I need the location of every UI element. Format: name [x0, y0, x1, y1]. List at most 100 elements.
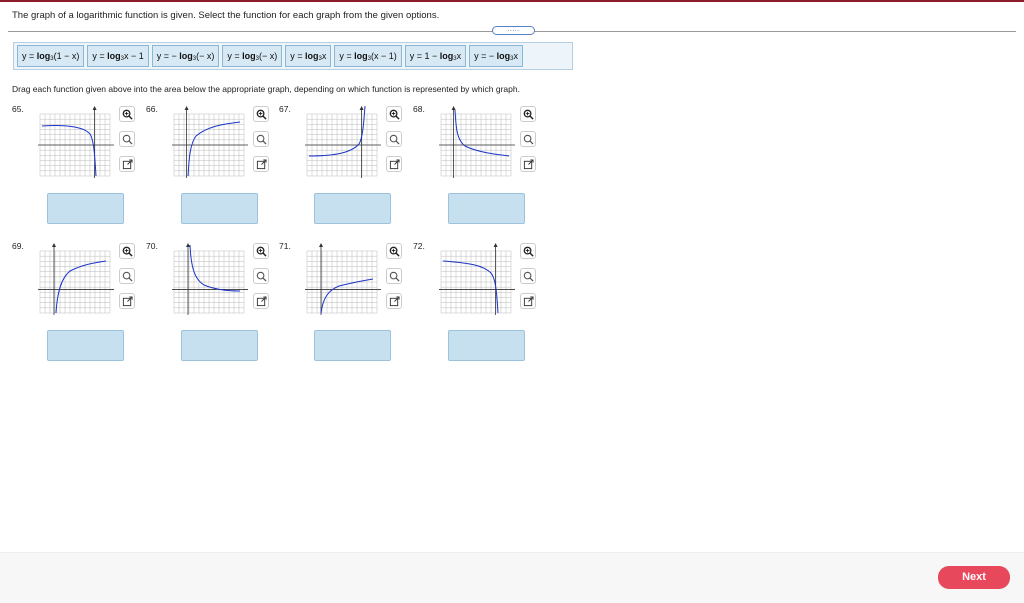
more-button[interactable]: ..... [492, 26, 535, 35]
zoom-in-icon[interactable] [253, 243, 269, 259]
answer-drop-zone[interactable] [181, 330, 258, 361]
zoom-out-icon[interactable] [386, 131, 402, 147]
graph-cell-8: 72. [413, 241, 543, 366]
function-option-2[interactable]: y = log3x − 1 [87, 45, 149, 67]
graph-cell-5: 69. [12, 241, 142, 366]
y-axis-arrow [319, 243, 323, 247]
zoom-in-icon[interactable] [520, 243, 536, 259]
log-graph [305, 243, 381, 315]
zoom-out-icon[interactable] [520, 268, 536, 284]
y-axis-arrow [92, 106, 97, 110]
option-text: log [305, 51, 319, 61]
option-text: (− x) [196, 51, 215, 61]
graph-number: 67. [279, 104, 291, 114]
function-option-1[interactable]: y = log3(1 − x) [17, 45, 85, 67]
popout-icon[interactable] [253, 156, 269, 172]
function-curve [189, 244, 241, 292]
zoom-in-icon[interactable] [386, 106, 402, 122]
option-text: x [456, 51, 462, 61]
question-text: The graph of a logarithmic function is g… [12, 10, 440, 21]
option-text: x [321, 51, 327, 61]
zoom-in-icon[interactable] [386, 243, 402, 259]
graph-cell-6: 70. [146, 241, 276, 366]
zoom-out-icon[interactable] [119, 268, 135, 284]
log-graph [439, 243, 515, 315]
option-text: log [107, 51, 121, 61]
popout-icon[interactable] [253, 293, 269, 309]
function-option-6[interactable]: y = log3(x − 1) [334, 45, 402, 67]
log-graph [172, 106, 248, 178]
y-axis-arrow [451, 106, 456, 110]
option-text: y = − [474, 51, 497, 61]
option-text: log [36, 51, 51, 61]
function-option-8[interactable]: y = − log3x [469, 45, 523, 67]
zoom-out-icon[interactable] [253, 268, 269, 284]
graph-cell-4: 68. [413, 104, 543, 229]
popout-icon[interactable] [119, 156, 135, 172]
option-text: x [513, 51, 518, 61]
option-text: log [354, 51, 368, 61]
log-graph [305, 105, 381, 178]
answer-drop-zone[interactable] [314, 330, 391, 361]
popout-icon[interactable] [520, 156, 536, 172]
popout-icon[interactable] [386, 293, 402, 309]
answer-drop-zone[interactable] [47, 330, 124, 361]
answer-drop-zone[interactable] [47, 193, 124, 224]
graph-number: 72. [413, 241, 425, 251]
option-text: (1 − x) [53, 51, 80, 61]
graph-number: 71. [279, 241, 291, 251]
y-axis-arrow [493, 243, 498, 247]
function-option-3[interactable]: y = − log3(− x) [151, 45, 220, 67]
option-text: (x − 1) [370, 51, 397, 61]
zoom-out-icon[interactable] [386, 268, 402, 284]
graph-cell-3: 67. [279, 104, 409, 229]
function-option-4[interactable]: y = log3(− x) [222, 45, 283, 67]
option-text: x − 1 [123, 51, 144, 61]
y-axis-arrow [186, 243, 190, 247]
graph-number: 66. [146, 104, 158, 114]
footer-bar [0, 552, 1024, 603]
y-axis-arrow [184, 106, 189, 110]
popout-icon[interactable] [386, 156, 402, 172]
graph-number: 70. [146, 241, 158, 251]
log-graph [172, 243, 248, 315]
graph-cell-1: 65. [12, 104, 142, 229]
option-text: log [179, 51, 193, 61]
answer-drop-zone[interactable] [181, 193, 258, 224]
zoom-in-icon[interactable] [119, 243, 135, 259]
answer-drop-zone[interactable] [314, 193, 391, 224]
function-option-7[interactable]: y = 1 − log3x [404, 45, 467, 67]
answer-drop-zone[interactable] [448, 193, 525, 224]
graph-cell-2: 66. [146, 104, 276, 229]
log-graph [38, 243, 114, 315]
option-text: log [242, 51, 256, 61]
log-graph [439, 106, 515, 178]
zoom-in-icon[interactable] [119, 106, 135, 122]
zoom-out-icon[interactable] [253, 131, 269, 147]
option-text: y = − [156, 51, 180, 61]
next-button[interactable]: Next [938, 566, 1010, 589]
option-text: log [439, 51, 454, 61]
popout-icon[interactable] [520, 293, 536, 309]
zoom-in-icon[interactable] [253, 106, 269, 122]
option-text: y = [227, 51, 243, 61]
zoom-out-icon[interactable] [119, 131, 135, 147]
answer-drop-zone[interactable] [448, 330, 525, 361]
function-option-5[interactable]: y = log3x [285, 45, 332, 67]
graph-number: 69. [12, 241, 24, 251]
graph-cell-7: 71. [279, 241, 409, 366]
option-text: log [496, 51, 511, 61]
option-text: y = [290, 51, 306, 61]
popout-icon[interactable] [119, 293, 135, 309]
instructions-text: Drag each function given above into the … [12, 84, 520, 94]
option-text: (− x) [258, 51, 278, 61]
zoom-in-icon[interactable] [520, 106, 536, 122]
log-graph [38, 106, 114, 178]
graph-number: 65. [12, 104, 24, 114]
top-accent-line [0, 0, 1024, 2]
option-text: y = [92, 51, 108, 61]
y-axis-arrow [52, 243, 56, 247]
option-text: y = [339, 51, 355, 61]
zoom-out-icon[interactable] [520, 131, 536, 147]
y-axis-arrow [359, 106, 364, 110]
